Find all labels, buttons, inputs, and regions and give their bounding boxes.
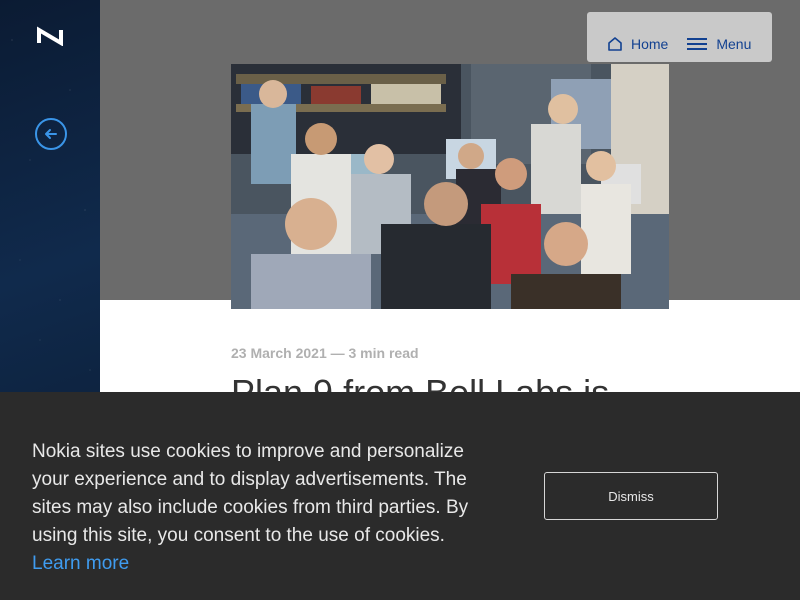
menu-label: Menu [716,36,752,52]
learn-more-link[interactable]: Learn more [32,553,129,574]
home-label: Home [631,36,669,52]
cookie-banner: Nokia sites use cookies to improve and p… [0,392,800,600]
back-button[interactable] [35,118,67,150]
home-link[interactable]: Home [607,36,668,52]
dismiss-button[interactable]: Dismiss [544,472,718,520]
article-photo [231,64,669,309]
menu-button[interactable]: Menu [686,36,751,52]
nokia-logo[interactable] [36,26,64,47]
home-icon [608,37,622,51]
back-arrow-icon [45,129,57,139]
menu-icon [687,38,708,50]
cookie-text: Nokia sites use cookies to improve and p… [32,438,482,578]
top-nav: Home Menu [587,12,772,62]
article-meta: 23 March 2021 — 3 min read [231,345,419,361]
cookie-message: Nokia sites use cookies to improve and p… [32,441,469,546]
